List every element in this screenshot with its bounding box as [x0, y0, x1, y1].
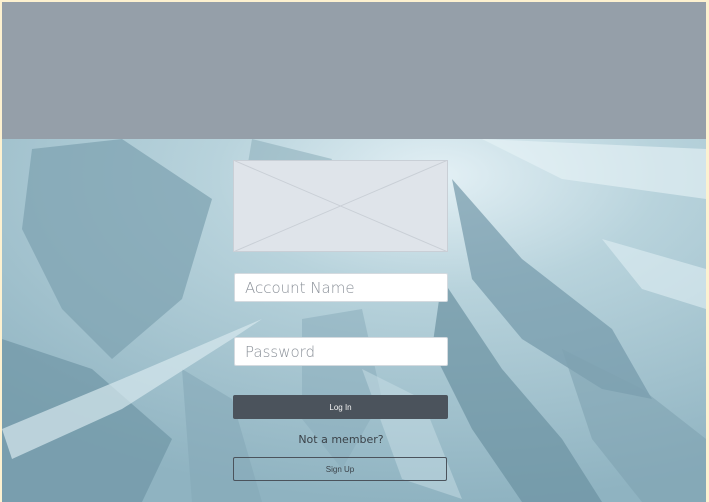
logo-placeholder: [233, 160, 448, 252]
image-placeholder-icon: [233, 160, 448, 252]
password-input[interactable]: [234, 337, 448, 366]
app-window: Log In Not a member? Sign Up: [2, 2, 706, 502]
signup-button[interactable]: Sign Up: [233, 457, 447, 481]
account-name-input[interactable]: [234, 273, 448, 302]
login-button[interactable]: Log In: [233, 395, 448, 419]
not-member-text: Not a member?: [298, 433, 384, 446]
header-bar: [2, 2, 706, 139]
